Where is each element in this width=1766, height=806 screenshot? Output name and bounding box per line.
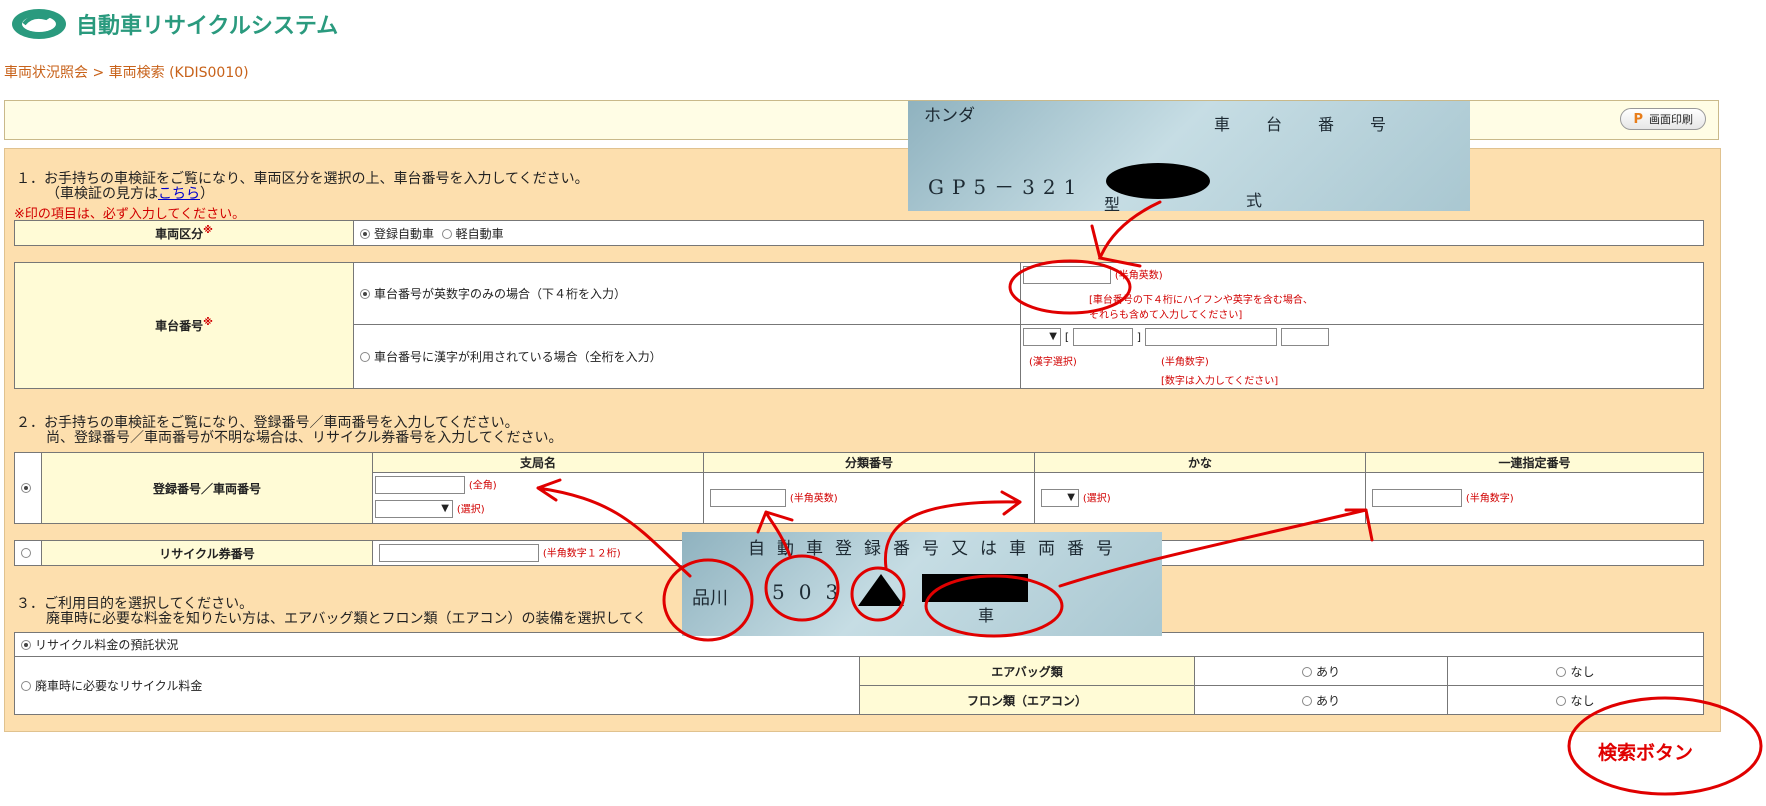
circle-serial: [924, 574, 1064, 638]
search-button[interactable]: 検索ボタン: [1598, 738, 1693, 765]
circle-chassis-input: [1008, 259, 1132, 315]
circle-triangle: [850, 566, 906, 622]
arrow-to-serial: [1058, 508, 1374, 588]
red-annotation-overlay: [536, 200, 1763, 796]
arrow-to-branch: [536, 478, 692, 578]
arrow-to-class: [756, 510, 794, 558]
circle-class: [764, 554, 840, 622]
circle-branch: [662, 558, 754, 642]
arrow-to-kana: [883, 490, 1022, 570]
arrow-to-chassis-input: [1090, 200, 1162, 268]
